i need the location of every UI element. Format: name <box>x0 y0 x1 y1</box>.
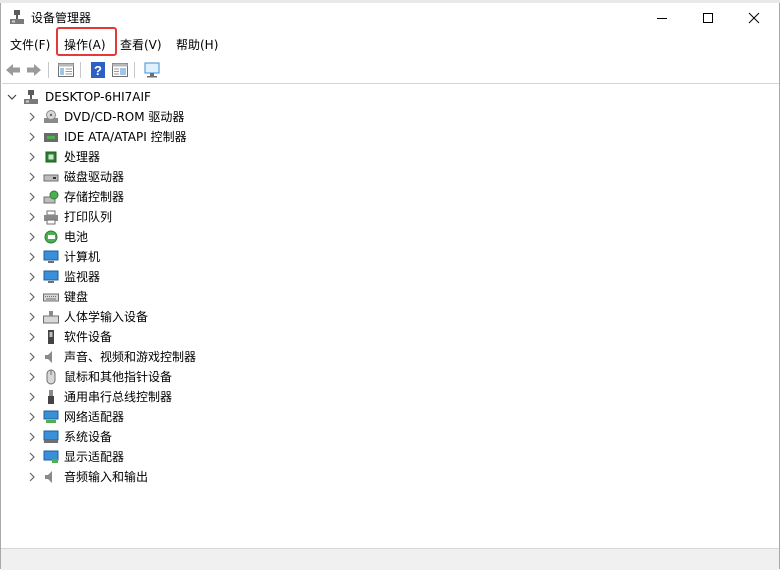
svg-text:?: ? <box>94 63 102 78</box>
processor-icon <box>45 151 57 163</box>
tree-category-label: 显示适配器 <box>64 450 125 464</box>
chevron-down-icon[interactable] <box>7 92 17 102</box>
chevron-right-icon[interactable] <box>27 132 37 142</box>
monitor-icon <box>43 270 59 283</box>
tree-category-label: 计算机 <box>64 250 101 264</box>
display-adapter-icon <box>43 450 59 463</box>
status-bar <box>1 548 779 570</box>
back-icon[interactable] <box>4 61 22 79</box>
system-device-icon <box>43 430 59 443</box>
help-icon[interactable]: ? <box>89 61 107 79</box>
device-manager-app-icon <box>10 10 24 24</box>
toolbar-divider <box>2 83 779 84</box>
menu-file[interactable]: 文件(F) <box>8 35 52 55</box>
hid-icon <box>43 311 59 324</box>
chevron-right-icon[interactable] <box>27 432 37 442</box>
toolbar-separator <box>48 62 49 78</box>
disk-drive-icon <box>43 174 59 182</box>
toolbar: ? <box>1 59 779 81</box>
storage-controller-icon <box>43 190 59 204</box>
computer-icon <box>24 90 38 104</box>
tree-category-label: DVD/CD-ROM 驱动器 <box>64 110 185 124</box>
tree-category-label: 电池 <box>64 230 89 244</box>
chevron-right-icon[interactable] <box>27 312 37 322</box>
chevron-right-icon[interactable] <box>27 352 37 362</box>
keyboard-icon <box>43 293 59 302</box>
tree-category-label: IDE ATA/ATAPI 控制器 <box>64 130 187 144</box>
chevron-right-icon[interactable] <box>27 152 37 162</box>
menu-help[interactable]: 帮助(H) <box>174 35 220 55</box>
scan-hardware-icon[interactable] <box>143 61 161 79</box>
chevron-right-icon[interactable] <box>27 292 37 302</box>
device-manager-window: 设备管理器 文件(F) 操作(A) 查看(V) 帮助(H) ? DESKTOP-… <box>0 3 780 570</box>
tree-category-label: 人体学输入设备 <box>64 310 149 324</box>
tree-category-label: 软件设备 <box>64 330 113 344</box>
annotation-highlight-box <box>56 27 117 56</box>
computer-icon <box>43 250 59 263</box>
chevron-right-icon[interactable] <box>27 392 37 402</box>
tree-category-label: 通用串行总线控制器 <box>64 390 173 404</box>
chevron-right-icon[interactable] <box>27 252 37 262</box>
chevron-right-icon[interactable] <box>27 472 37 482</box>
ide-controller-icon <box>44 133 58 142</box>
tree-root-label: DESKTOP-6HI7AIF <box>45 90 151 104</box>
tree-category-label: 打印队列 <box>64 210 113 224</box>
chevron-right-icon[interactable] <box>27 232 37 242</box>
battery-icon <box>44 230 58 244</box>
chevron-right-icon[interactable] <box>27 172 37 182</box>
sound-icon <box>45 351 52 363</box>
tree-category-label: 存储控制器 <box>64 190 125 204</box>
menu-bar: 文件(F) 操作(A) 查看(V) 帮助(H) <box>1 35 779 55</box>
chevron-right-icon[interactable] <box>27 452 37 462</box>
maximize-button[interactable] <box>685 3 731 32</box>
tree-category-label: 声音、视频和游戏控制器 <box>64 350 197 364</box>
tree-category-label: 磁盘驱动器 <box>64 170 125 184</box>
forward-icon[interactable] <box>25 61 43 79</box>
tree-category-label: 键盘 <box>64 290 89 304</box>
chevron-right-icon[interactable] <box>27 332 37 342</box>
network-adapter-icon <box>43 410 59 423</box>
software-device-icon <box>48 330 54 344</box>
tree-category-label: 处理器 <box>64 150 101 164</box>
mouse-icon <box>46 369 56 385</box>
usb-icon <box>48 390 54 404</box>
show-hide-console-tree-icon[interactable] <box>57 61 75 79</box>
window-title: 设备管理器 <box>31 11 92 25</box>
chevron-right-icon[interactable] <box>27 412 37 422</box>
toolbar-separator <box>80 62 81 78</box>
minimize-icon <box>657 17 667 19</box>
chevron-right-icon[interactable] <box>27 192 37 202</box>
tree-category-label: 音频输入和输出 <box>64 470 149 484</box>
chevron-right-icon[interactable] <box>27 112 37 122</box>
toolbar-separator <box>134 62 135 78</box>
maximize-icon <box>703 12 713 23</box>
print-queue-icon <box>44 210 58 225</box>
close-icon <box>748 12 760 23</box>
chevron-right-icon[interactable] <box>27 212 37 222</box>
tree-category-label: 鼠标和其他指针设备 <box>64 370 173 384</box>
chevron-right-icon[interactable] <box>27 372 37 382</box>
menu-view[interactable]: 查看(V) <box>118 35 164 55</box>
title-bar: 设备管理器 <box>1 3 779 32</box>
tree-category-label: 监视器 <box>64 270 101 284</box>
audio-io-icon <box>45 471 52 483</box>
chevron-right-icon[interactable] <box>27 272 37 282</box>
dvd-drive-icon <box>44 110 58 123</box>
minimize-button[interactable] <box>639 3 685 32</box>
properties-icon[interactable] <box>111 61 129 79</box>
tree-category-label: 系统设备 <box>64 430 113 444</box>
close-button[interactable] <box>731 3 777 32</box>
tree-category-label: 网络适配器 <box>64 410 125 424</box>
